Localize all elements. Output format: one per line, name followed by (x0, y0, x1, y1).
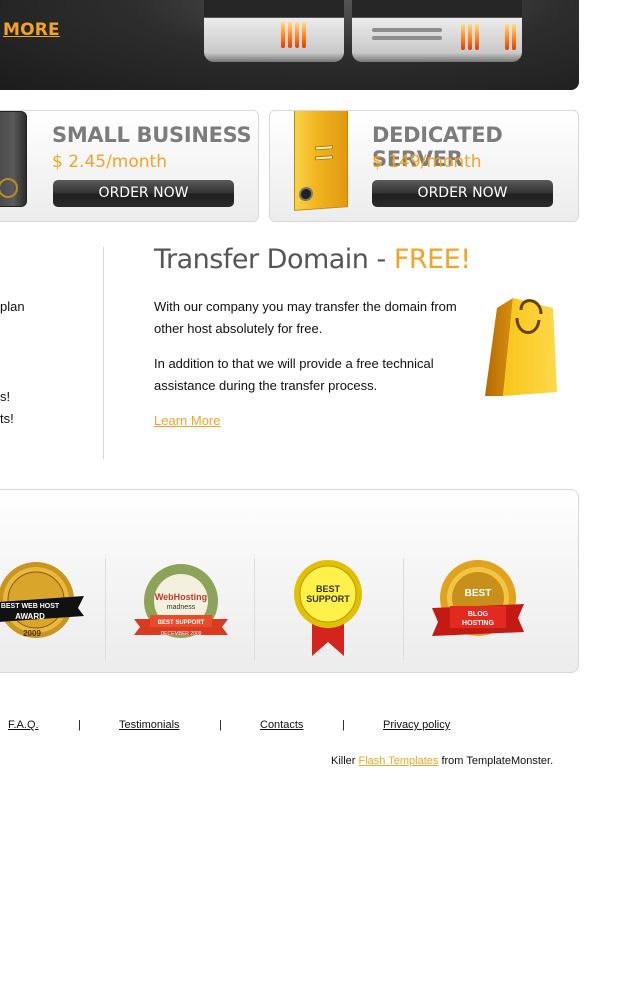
best-support-medal-icon: BEST SUPPORT (294, 560, 362, 656)
copyright-text: Killer Flash Templates from TemplateMons… (331, 755, 553, 767)
transfer-paragraph: In addition to that we will provide a fr… (154, 356, 434, 393)
best-blog-hosting-seal-icon: BEST BLOG HOSTING (432, 560, 524, 636)
flash-templates-link[interactable]: Flash Templates (359, 755, 439, 767)
server-vents-right (461, 24, 479, 50)
server-slot (372, 36, 442, 40)
footer-link-contacts[interactable]: Contacts (260, 719, 303, 731)
server-top-left (204, 0, 344, 18)
best-web-host-award-icon: BEST WEB HOST AWARD 2009 (0, 562, 84, 638)
award-text: BLOG (468, 611, 489, 618)
footer-separator: | (342, 719, 345, 731)
award-text: BEST SUPPORT (158, 620, 205, 626)
award-divider (105, 558, 106, 660)
order-now-button[interactable]: ORDER NOW (53, 180, 234, 207)
footer-link-testimonials[interactable]: Testimonials (119, 719, 180, 731)
plan-card-small-business: SMALL BUSINESS $ 2.45/month ORDER NOW (0, 110, 259, 222)
copyright-prefix: Killer (331, 755, 359, 767)
award-text: 2009 (23, 629, 41, 638)
server-vents-left (281, 22, 306, 48)
award-text: HOSTING (462, 620, 494, 627)
award-text: WebHosting (155, 592, 207, 602)
webhosting-madness-badge-icon: WebHosting madness BEST SUPPORT DECEMBER… (134, 564, 228, 638)
transfer-heading-free: FREE! (393, 244, 471, 275)
transfer-heading-text: Transfer Domain - (154, 244, 394, 275)
footer-separator: | (78, 719, 81, 731)
learn-more-link[interactable]: Learn More (154, 413, 220, 428)
plan-title: SMALL BUSINESS (52, 123, 252, 147)
binder-icon (294, 111, 348, 211)
server-box-icon (0, 111, 27, 207)
transfer-paragraph: With our company you may transfer the do… (154, 299, 457, 336)
server-vents-right-edge (505, 24, 516, 50)
award-divider (254, 558, 255, 660)
award-text: BEST WEB HOST (1, 603, 60, 610)
more-link[interactable]: MORE (3, 20, 60, 40)
award-text: DECEMBER 2009 (161, 631, 202, 637)
award-text: BEST (465, 588, 492, 599)
award-text: BEST (316, 584, 341, 594)
left-column-text: s! (0, 389, 11, 404)
plan-card-dedicated-server: DEDICATED SERVER $ 149/month ORDER NOW (269, 110, 579, 222)
server-top-right (352, 0, 522, 18)
left-column-text: plan (0, 299, 25, 314)
column-divider (103, 247, 104, 459)
award-text: madness (167, 604, 196, 611)
left-column-text: ts! (0, 411, 14, 426)
footer-separator: | (219, 719, 222, 731)
plan-price: $ 149/month (372, 152, 482, 172)
award-divider (403, 558, 404, 660)
server-slot (372, 28, 442, 32)
order-now-button[interactable]: ORDER NOW (372, 180, 553, 207)
shopping-bag-icon (485, 298, 557, 396)
award-text: SUPPORT (306, 594, 350, 604)
footer-link-privacy-policy[interactable]: Privacy policy (383, 719, 450, 731)
footer-link-faq[interactable]: F.A.Q. (8, 719, 39, 731)
award-text: AWARD (15, 612, 45, 621)
plan-price: $ 2.45/month (52, 152, 167, 172)
copyright-suffix: from TemplateMonster. (438, 755, 554, 767)
transfer-domain-heading: Transfer Domain - FREE! (154, 244, 471, 275)
top-banner: MORE (0, 0, 579, 90)
